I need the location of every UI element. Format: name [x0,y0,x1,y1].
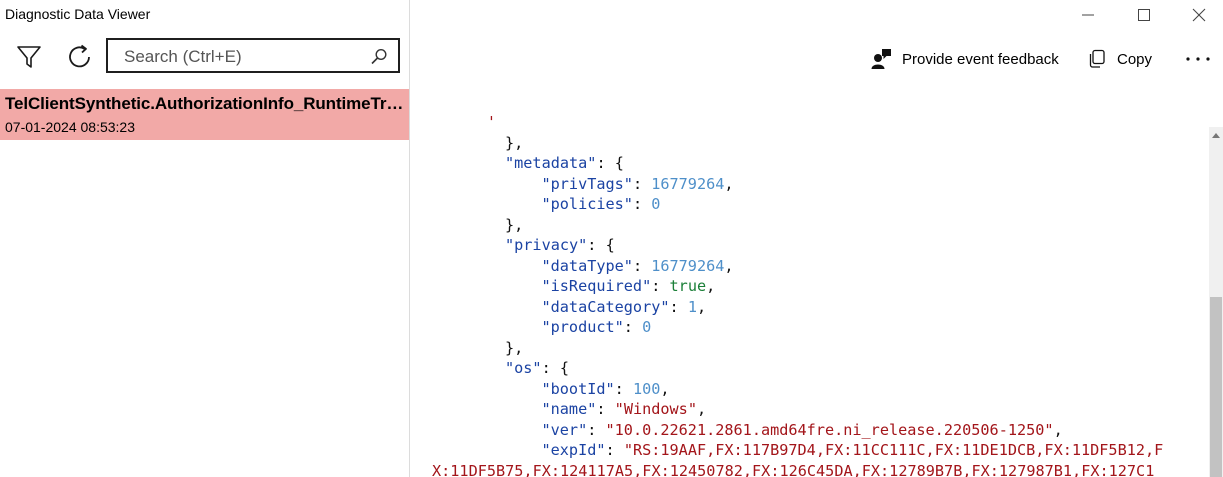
json-token: : [669,297,688,316]
copy-label: Copy [1117,50,1153,68]
json-token: : [596,400,615,418]
json-token: "privTags" [541,174,633,193]
json-line: }, [505,215,523,236]
search-input[interactable] [122,46,366,68]
json-line: "os": { [505,358,569,379]
json-line: "privacy": { [505,235,615,256]
json-line: "policies": 0 [542,194,661,215]
json-token: , [696,297,707,316]
json-token: "expId" [541,441,606,459]
scroll-thumb[interactable] [1210,297,1222,477]
copy-icon [1089,49,1105,68]
json-token: "privacy" [505,236,588,254]
json-token: , [660,379,670,398]
filter-icon [17,46,41,68]
copy-button[interactable]: Copy [1087,46,1152,72]
minimize-button[interactable] [1062,0,1114,30]
json-token: "ver" [541,420,588,439]
scroll-up-button[interactable] [1209,127,1223,143]
search-icon[interactable] [370,48,388,70]
feedback-label: Provide event feedback [902,50,1059,68]
json-line: "name": "Windows", [542,399,707,420]
json-token: : [632,256,652,275]
json-token: : [632,195,652,213]
json-token: 1 [687,297,697,316]
json-line: "privTags": 16779264, [542,174,734,195]
event-json-view[interactable]: '}, "metadata": {"privTags": 16779264, "po… [410,113,1210,477]
event-list-pane: Diagnostic Data Viewer TelClientSyntheti… [0,0,410,477]
json-token: "RS:19AAF,FX:117B97D4,FX:11CC111C,FX:11D… [623,441,1164,459]
json-token: "policies" [541,195,633,213]
json-token: , [724,256,734,275]
json-token: "Windows" [614,400,697,418]
json-token: "os" [505,359,542,377]
app-title: Diagnostic Data Viewer [5,6,151,22]
json-token: : [605,441,624,459]
maximize-button[interactable] [1118,0,1170,30]
close-icon [1192,8,1206,22]
minimize-icon [1082,14,1094,16]
json-line: "product": 0 [542,317,652,338]
json-token: "dataCategory" [541,297,670,316]
provide-event-feedback-button[interactable]: Provide event feedback [870,46,1059,72]
json-token: 0 [651,195,661,213]
json-token: "name" [541,400,597,418]
json-token: : [632,174,652,193]
json-line: "dataType": 16779264, [542,256,734,277]
json-line: "isRequired": true, [542,276,716,297]
close-button[interactable] [1173,0,1223,30]
json-token: 100 [632,379,661,398]
json-token: : [614,379,633,398]
event-timestamp: 07-01-2024 08:53:23 [5,119,135,135]
json-token: , [706,277,716,295]
json-token: "metadata" [505,154,597,172]
search-box[interactable] [106,38,400,73]
json-token: X:11DF5B75,FX:124117A5,FX:12450782,FX:12… [432,461,1155,477]
chevron-up-icon [1212,133,1220,138]
json-line: "bootId": 100, [542,379,670,400]
json-line: "dataCategory": 1, [542,297,707,318]
json-line: }, [505,133,523,154]
json-token: 0 [642,318,652,336]
refresh-icon [69,44,90,68]
json-token: 16779264 [651,256,725,275]
json-token: ' [432,113,497,131]
json-token: true [669,277,707,295]
json-line: "expId": "RS:19AAF,FX:117B97D4,FX:11CC11… [542,440,1164,461]
json-line: "ver": "10.0.22621.2861.amd64fre.ni_rele… [542,420,1063,441]
json-token: "dataType" [541,256,633,275]
maximize-icon [1138,9,1150,21]
filter-button[interactable] [12,40,46,74]
json-token: , [1053,420,1063,439]
json-token: }, [505,133,524,152]
refresh-button[interactable] [63,40,97,74]
json-token: : { [587,236,615,254]
feedback-icon [871,49,891,69]
json-token: : [587,420,606,439]
json-token: 16779264 [651,174,725,193]
json-line: ' [432,113,496,133]
json-token: : [623,318,643,336]
json-token: "product" [541,318,624,336]
json-line: }, [505,338,523,359]
json-token: , [724,174,734,193]
json-token: }, [505,215,524,234]
event-name: TelClientSynthetic.AuthorizationInfo_Run… [5,94,405,113]
json-token: : [651,277,670,295]
list-item[interactable]: TelClientSynthetic.AuthorizationInfo_Run… [0,89,409,140]
json-line: "metadata": { [505,153,624,174]
json-token: , [696,400,707,418]
json-token: }, [505,338,524,357]
json-token: "bootId" [541,379,615,398]
json-token: : { [541,359,570,377]
json-token: : { [596,154,624,172]
more-options-button[interactable] [1182,46,1214,72]
json-token: "10.0.22621.2861.amd64fre.ni_release.220… [605,420,1054,439]
vertical-scrollbar[interactable] [1209,127,1223,477]
json-token: "isRequired" [541,277,652,295]
more-icon [1186,57,1210,61]
json-line: X:11DF5B75,FX:124117A5,FX:12450782,FX:12… [432,461,1154,477]
